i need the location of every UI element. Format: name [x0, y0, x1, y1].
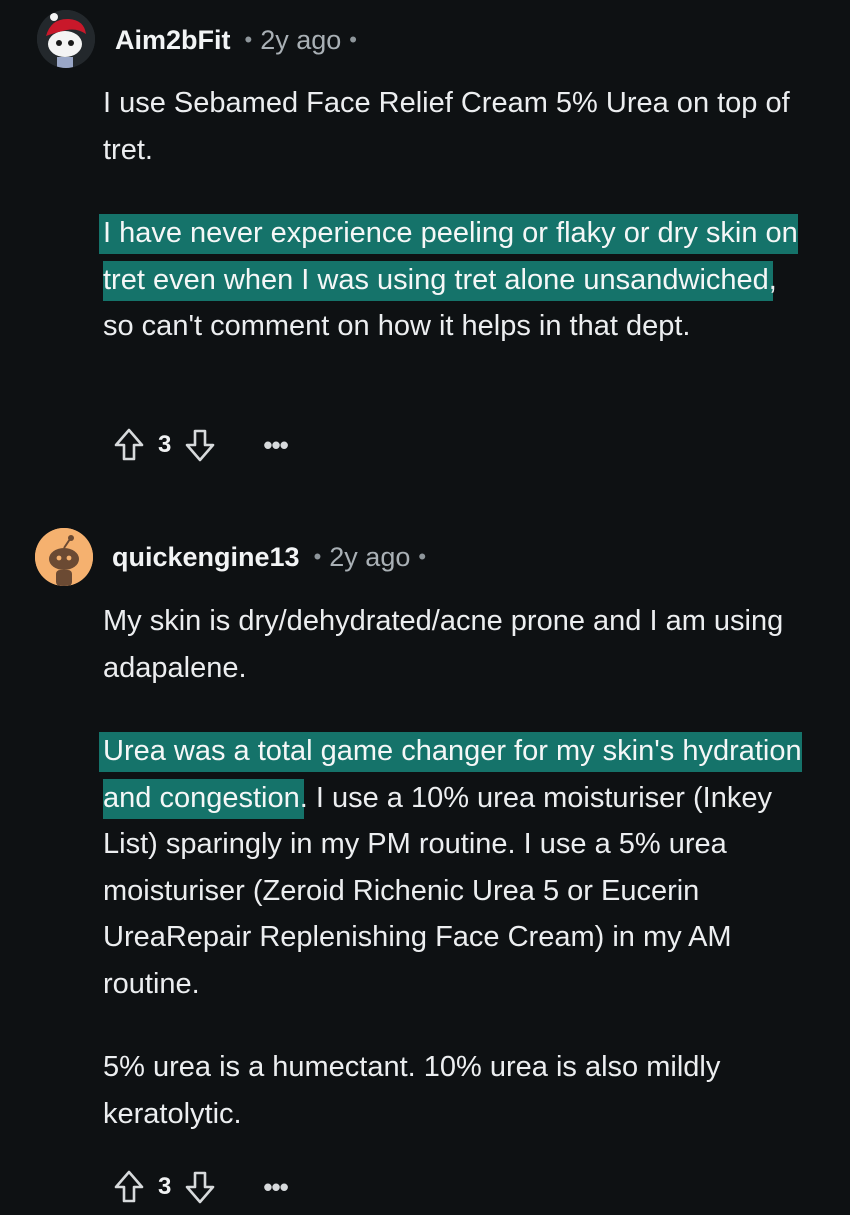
snoo-avatar-icon [37, 10, 95, 68]
downvote-arrow-icon[interactable] [183, 426, 217, 464]
comment-actions: 3 ••• [112, 425, 289, 465]
vote-score: 3 [158, 1173, 172, 1200]
user-avatar[interactable] [37, 10, 95, 68]
comment-body: I use Sebamed Face Relief Cream 5% Urea … [103, 80, 803, 387]
highlighted-text: I have never experience peeling or flaky… [103, 214, 798, 301]
separator-dot: • [244, 27, 253, 52]
snoo-avatar-icon [35, 528, 93, 586]
vote-score: 3 [158, 431, 172, 458]
comment-actions: 3 ••• [112, 1167, 289, 1207]
separator-dot: • [418, 544, 427, 569]
comment-header: Aim2bFit • 2y ago • [115, 20, 357, 60]
comment-paragraph: Urea was a total game changer for my ski… [103, 728, 803, 1007]
timestamp: 2y ago [329, 541, 411, 572]
username[interactable]: Aim2bFit [115, 25, 231, 56]
upvote-arrow-icon[interactable] [112, 1168, 146, 1206]
paragraph-text: I use Sebamed Face Relief Cream 5% Urea … [103, 87, 790, 166]
downvote-arrow-icon[interactable] [183, 1168, 217, 1206]
comment-paragraph: I use Sebamed Face Relief Cream 5% Urea … [103, 80, 803, 173]
more-options-button[interactable]: ••• [263, 1174, 288, 1200]
paragraph-text: My skin is dry/dehydrated/acne prone and… [103, 605, 784, 684]
comment-paragraph: My skin is dry/dehydrated/acne prone and… [103, 598, 803, 691]
separator-dot: • [313, 544, 322, 569]
comment-paragraph: I have never experience peeling or flaky… [103, 210, 803, 350]
comment-paragraph: 5% urea is a humectant. 10% urea is also… [103, 1044, 803, 1137]
comment-header: quickengine13 • 2y ago • [112, 537, 426, 577]
more-options-button[interactable]: ••• [263, 432, 288, 458]
username[interactable]: quickengine13 [112, 542, 300, 573]
separator-dot: • [349, 27, 357, 52]
user-avatar[interactable] [35, 528, 93, 586]
comment-body: My skin is dry/dehydrated/acne prone and… [103, 598, 803, 1174]
paragraph-text: 5% urea is a humectant. 10% urea is also… [103, 1051, 721, 1130]
upvote-arrow-icon[interactable] [112, 426, 146, 464]
timestamp: 2y ago [260, 24, 342, 55]
